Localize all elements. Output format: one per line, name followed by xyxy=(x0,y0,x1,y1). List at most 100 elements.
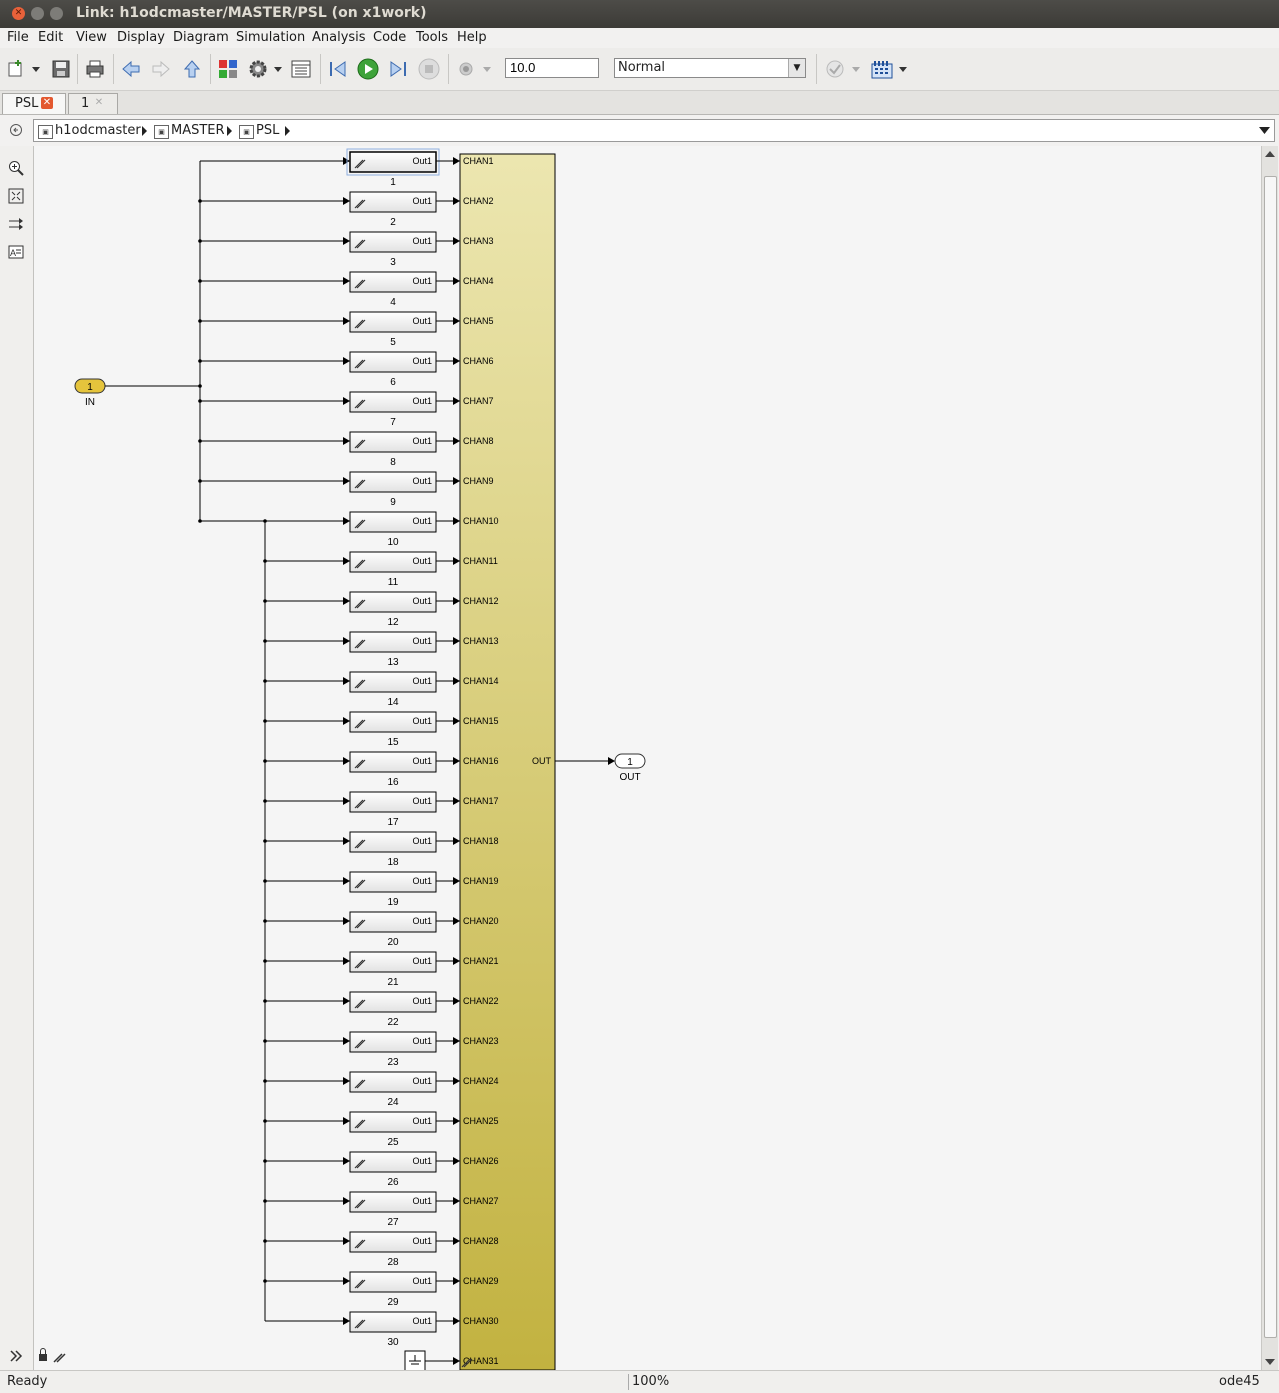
link-block[interactable]: Out1 xyxy=(349,191,437,213)
library-link-icon[interactable] xyxy=(53,1353,66,1363)
branch-point xyxy=(263,1239,267,1243)
signal-table-icon[interactable] xyxy=(871,58,893,80)
scroll-up-icon[interactable] xyxy=(1265,151,1275,157)
link-block[interactable]: Out1 xyxy=(349,351,437,373)
mux-input-label: CHAN4 xyxy=(463,276,494,286)
mux-input-label: CHAN7 xyxy=(463,396,494,406)
chevron-right-icon[interactable] xyxy=(285,126,290,136)
signal-table-dropdown-icon[interactable] xyxy=(897,58,909,80)
menu-tools[interactable]: Tools xyxy=(416,30,448,45)
chevron-right-icon[interactable] xyxy=(142,126,147,136)
arrowhead xyxy=(453,237,460,245)
link-block[interactable]: Out1 xyxy=(349,231,437,253)
config-dropdown-icon[interactable] xyxy=(272,58,284,80)
link-block[interactable]: Out1 xyxy=(349,471,437,493)
scroll-down-icon[interactable] xyxy=(1265,1359,1275,1365)
link-block[interactable]: Out1 xyxy=(349,711,437,733)
link-block[interactable]: Out1 xyxy=(349,1231,437,1253)
link-block[interactable]: Out1 xyxy=(349,631,437,653)
library-browser-icon[interactable] xyxy=(217,58,239,80)
link-block[interactable]: Out1 xyxy=(349,1191,437,1213)
annotation-icon[interactable]: A xyxy=(8,244,24,260)
menu-edit[interactable]: Edit xyxy=(38,30,63,45)
link-block[interactable]: Out1 xyxy=(349,1151,437,1173)
chevron-right-icon[interactable] xyxy=(227,126,232,136)
menu-analysis[interactable]: Analysis xyxy=(312,30,366,45)
check-dropdown-icon xyxy=(852,67,860,72)
link-block[interactable]: Out1 xyxy=(349,991,437,1013)
link-block[interactable]: Out1 xyxy=(349,271,437,293)
link-block[interactable]: Out1 xyxy=(349,511,437,533)
link-block[interactable]: Out1 xyxy=(346,148,440,176)
tab-1[interactable]: 1 ✕ xyxy=(68,93,118,114)
link-block[interactable]: Out1 xyxy=(349,1071,437,1093)
lock-icon[interactable] xyxy=(39,1354,47,1361)
hide-automatic-names-icon[interactable] xyxy=(8,216,24,232)
link-block[interactable]: Out1 xyxy=(349,671,437,693)
link-block[interactable]: Out1 xyxy=(349,551,437,573)
save-icon[interactable] xyxy=(50,58,72,80)
menu-file[interactable]: File xyxy=(7,30,29,45)
fit-to-view-icon[interactable] xyxy=(8,188,24,204)
link-block[interactable]: Out1 xyxy=(349,1111,437,1133)
breadcrumb-item-master[interactable]: MASTER xyxy=(171,123,225,138)
back-arrow-icon[interactable] xyxy=(120,58,142,80)
link-block[interactable]: Out1 xyxy=(349,751,437,773)
link-block[interactable]: Out1 xyxy=(349,831,437,853)
link-block[interactable]: Out1 xyxy=(349,591,437,613)
link-block[interactable]: Out1 xyxy=(349,951,437,973)
new-model-icon[interactable] xyxy=(6,58,28,80)
vertical-scrollbar[interactable] xyxy=(1261,146,1278,1370)
model-explorer-icon[interactable] xyxy=(290,58,312,80)
model-config-gear-icon[interactable] xyxy=(247,58,269,80)
scrollbar-thumb[interactable] xyxy=(1264,176,1277,1338)
close-tab-icon[interactable]: ✕ xyxy=(93,97,105,109)
close-tab-icon[interactable]: ✕ xyxy=(41,97,53,109)
new-dropdown-icon[interactable] xyxy=(30,58,42,80)
link-block[interactable]: Out1 xyxy=(349,311,437,333)
menu-diagram[interactable]: Diagram xyxy=(173,30,229,45)
link-block[interactable]: Out1 xyxy=(349,391,437,413)
menu-display[interactable]: Display xyxy=(117,30,165,45)
branch-point xyxy=(198,239,202,243)
chevron-down-icon[interactable]: ▼ xyxy=(788,59,805,77)
breadcrumb-item-psl[interactable]: PSL xyxy=(256,123,279,138)
branch-point xyxy=(198,479,202,483)
close-window-icon[interactable]: ✕ xyxy=(12,7,25,20)
expand-palette-icon[interactable] xyxy=(8,1348,24,1364)
branch-point xyxy=(198,279,202,283)
print-icon[interactable] xyxy=(84,58,106,80)
breadcrumb: ▣ h1odcmaster ▣ MASTER ▣ PSL xyxy=(33,119,1275,142)
link-block[interactable]: Out1 xyxy=(349,791,437,813)
minimize-window-icon[interactable] xyxy=(31,7,44,20)
stop-time-input[interactable] xyxy=(505,58,599,78)
hide-browser-icon[interactable] xyxy=(9,123,23,137)
zoom-in-icon[interactable] xyxy=(8,160,24,176)
arrowhead xyxy=(343,1077,350,1085)
breadcrumb-item-h1odcmaster[interactable]: h1odcmaster xyxy=(55,123,141,138)
maximize-window-icon[interactable] xyxy=(50,7,63,20)
link-block[interactable]: Out1 xyxy=(349,1311,437,1333)
link-block[interactable]: Out1 xyxy=(349,871,437,893)
menu-simulation[interactable]: Simulation xyxy=(236,30,305,45)
chevron-down-icon[interactable] xyxy=(1259,126,1270,135)
arrowhead xyxy=(453,1237,460,1245)
menu-help[interactable]: Help xyxy=(457,30,487,45)
tab-psl[interactable]: PSL ✕ xyxy=(2,93,66,114)
link-block[interactable]: Out1 xyxy=(349,1271,437,1293)
step-forward-icon[interactable] xyxy=(387,58,409,80)
run-icon[interactable] xyxy=(357,58,379,80)
link-block[interactable]: Out1 xyxy=(349,431,437,453)
step-back-icon[interactable] xyxy=(327,58,349,80)
branch-point xyxy=(263,1199,267,1203)
solver-name[interactable]: ode45 xyxy=(1219,1374,1260,1389)
diagram-canvas[interactable]: 1 IN Out1 1 Out1 2 Out1 3 Out1 4 Out1 5 Out1 6 Out1 7 Ou… xyxy=(34,146,1261,1370)
simulation-mode-select[interactable]: Normal ▼ xyxy=(614,58,806,78)
link-block[interactable]: Out1 xyxy=(349,911,437,933)
mux-input-label: CHAN25 xyxy=(463,1116,499,1126)
link-block[interactable]: Out1 xyxy=(349,1031,437,1053)
mux-input-label: CHAN15 xyxy=(463,716,499,726)
menu-code[interactable]: Code xyxy=(373,30,406,45)
menu-view[interactable]: View xyxy=(76,30,107,45)
up-arrow-icon[interactable] xyxy=(181,58,203,80)
